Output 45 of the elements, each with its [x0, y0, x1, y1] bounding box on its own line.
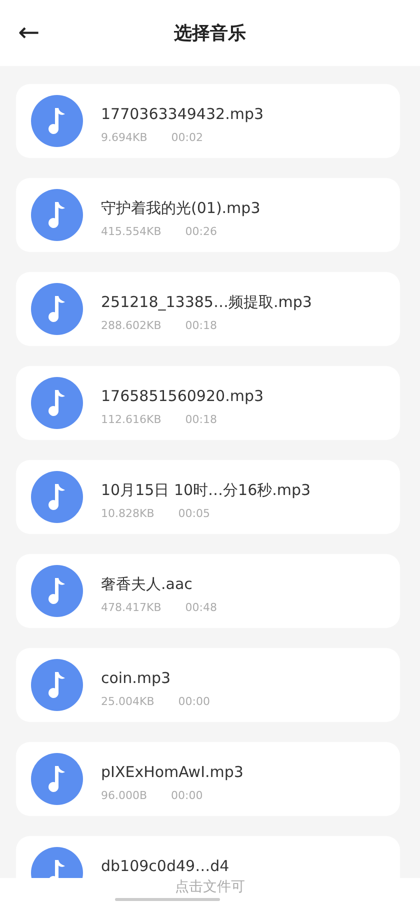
page-title: 选择音乐: [174, 22, 246, 46]
file-item[interactable]: 奢香夫人.aac 478.417KB 00:48: [16, 554, 400, 628]
file-item[interactable]: 守护着我的光(01).mp3 415.554KB 00:26: [16, 178, 400, 252]
music-note-icon: [31, 189, 83, 241]
file-size: 96.000B: [101, 788, 148, 804]
file-name: 奢香夫人.aac: [101, 574, 194, 595]
file-duration: 00:18: [185, 318, 217, 334]
music-note-icon: [31, 283, 83, 335]
music-note-icon: [31, 753, 83, 805]
music-note-icon: [31, 95, 83, 147]
file-size: 288.602KB: [101, 318, 162, 334]
file-size: 9.694KB: [101, 130, 148, 146]
file-item[interactable]: 1765851560920.mp3 112.616KB 00:18: [16, 366, 400, 440]
file-item[interactable]: 10月15日 10时…分16秒.mp3 10.828KB 00:05: [16, 460, 400, 534]
file-name: coin.mp3: [101, 668, 172, 689]
file-name: 10月15日 10时…分16秒.mp3: [101, 480, 311, 501]
file-name: 守护着我的光(01).mp3: [101, 198, 260, 219]
file-duration: 00:26: [185, 224, 217, 240]
file-duration: 00:02: [171, 130, 203, 146]
back-button[interactable]: ←: [14, 18, 44, 48]
file-name: 1770363349432.mp3: [101, 104, 264, 125]
file-duration: 00:00: [178, 694, 210, 710]
file-name: pIXExHomAwI.mp3: [101, 762, 244, 783]
music-note-icon: [31, 659, 83, 711]
file-name: db109c0d49…d4: [101, 856, 230, 877]
file-duration: 00:05: [178, 506, 210, 522]
file-duration: 00:00: [171, 788, 203, 804]
music-note-icon: [31, 377, 83, 429]
file-item[interactable]: 1770363349432.mp3 9.694KB 00:02: [16, 84, 400, 158]
hint-text: 点击文件可: [175, 879, 245, 896]
music-note-icon: [31, 565, 83, 617]
file-duration: 00:18: [185, 412, 217, 428]
file-size: 10.828KB: [101, 506, 154, 522]
file-size: 25.004KB: [101, 694, 154, 710]
music-note-icon: [31, 471, 83, 523]
file-name: 251218_13385…频提取.mp3: [101, 292, 312, 313]
file-size: 415.554KB: [101, 224, 162, 240]
file-item[interactable]: 251218_13385…频提取.mp3 288.602KB 00:18: [16, 272, 400, 346]
file-duration: 00:48: [185, 600, 217, 616]
file-name: 1765851560920.mp3: [101, 386, 264, 407]
file-item[interactable]: pIXExHomAwI.mp3 96.000B 00:00: [16, 742, 400, 816]
file-size: 112.616KB: [101, 412, 162, 428]
file-item[interactable]: db109c0d49…d4: [16, 836, 400, 878]
file-size: 478.417KB: [101, 600, 162, 616]
file-item[interactable]: coin.mp3 25.004KB 00:00: [16, 648, 400, 722]
